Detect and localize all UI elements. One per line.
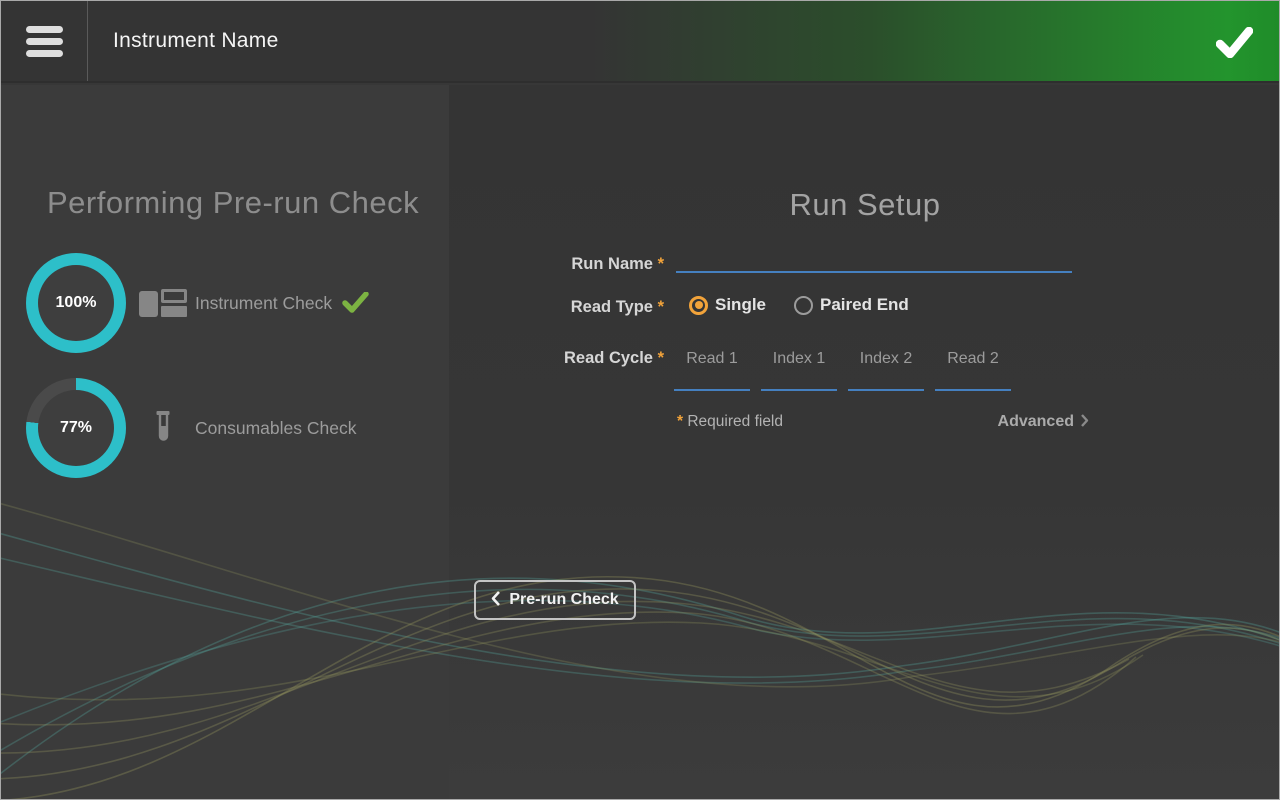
read-type-radio-group: Single Paired End	[689, 295, 909, 315]
header-bar: Instrument Name	[1, 1, 1279, 83]
required-asterisk: *	[677, 413, 683, 430]
instrument-check-label: Instrument Check	[195, 293, 332, 314]
hamburger-icon	[26, 21, 63, 62]
required-asterisk: *	[658, 255, 664, 273]
advanced-link[interactable]: Advanced	[998, 411, 1089, 433]
sequencer-icon	[139, 289, 187, 317]
advanced-label: Advanced	[998, 413, 1074, 431]
run-name-label: Run Name *	[449, 255, 664, 274]
pre-run-check-back-button[interactable]: Pre-run Check	[474, 580, 636, 620]
back-button-label: Pre-run Check	[509, 591, 618, 609]
main-area: Performing Pre-run Check 100% Instrument…	[1, 85, 1280, 800]
run-setup-title: Run Setup	[449, 187, 1280, 223]
run-name-input[interactable]	[676, 245, 1072, 273]
consumables-check-progress-ring: 77%	[26, 378, 126, 478]
consumables-check-percent: 77%	[60, 419, 92, 437]
consumables-check-label: Consumables Check	[195, 418, 356, 439]
instrument-check-row: 100% Instrument Check	[26, 253, 369, 353]
pre-run-title: Performing Pre-run Check	[47, 185, 419, 221]
read-cycle-label: Read Cycle *	[449, 349, 664, 368]
index1-input[interactable]	[761, 347, 837, 391]
read-cycle-inputs	[674, 347, 1022, 391]
run-setup-form: Run Setup Run Name * Read Type * Single …	[449, 85, 1280, 800]
chevron-left-icon	[491, 590, 501, 612]
read2-input[interactable]	[935, 347, 1011, 391]
required-field-note: * Required field	[677, 413, 783, 431]
instrument-check-percent: 100%	[56, 294, 97, 312]
read1-input[interactable]	[674, 347, 750, 391]
test-tube-icon	[154, 410, 172, 446]
radio-unselected-icon	[794, 296, 813, 315]
read-type-label: Read Type *	[449, 298, 664, 317]
chevron-right-icon	[1080, 413, 1089, 433]
instrument-name-title: Instrument Name	[113, 1, 279, 81]
consumables-check-row: 77% Consumables Check	[26, 378, 356, 478]
required-asterisk: *	[658, 298, 664, 316]
instrument-check-progress-ring: 100%	[26, 253, 126, 353]
check-complete-icon	[342, 292, 369, 318]
app-window: Instrument Name	[0, 0, 1280, 800]
menu-button[interactable]	[1, 1, 88, 81]
radio-selected-icon	[689, 296, 708, 315]
radio-paired-end[interactable]: Paired End	[794, 295, 909, 315]
required-asterisk: *	[658, 349, 664, 367]
header-check-icon[interactable]	[1216, 27, 1253, 63]
radio-single-label: Single	[715, 295, 766, 315]
radio-paired-end-label: Paired End	[820, 295, 909, 315]
index2-input[interactable]	[848, 347, 924, 391]
radio-single[interactable]: Single	[689, 295, 766, 315]
